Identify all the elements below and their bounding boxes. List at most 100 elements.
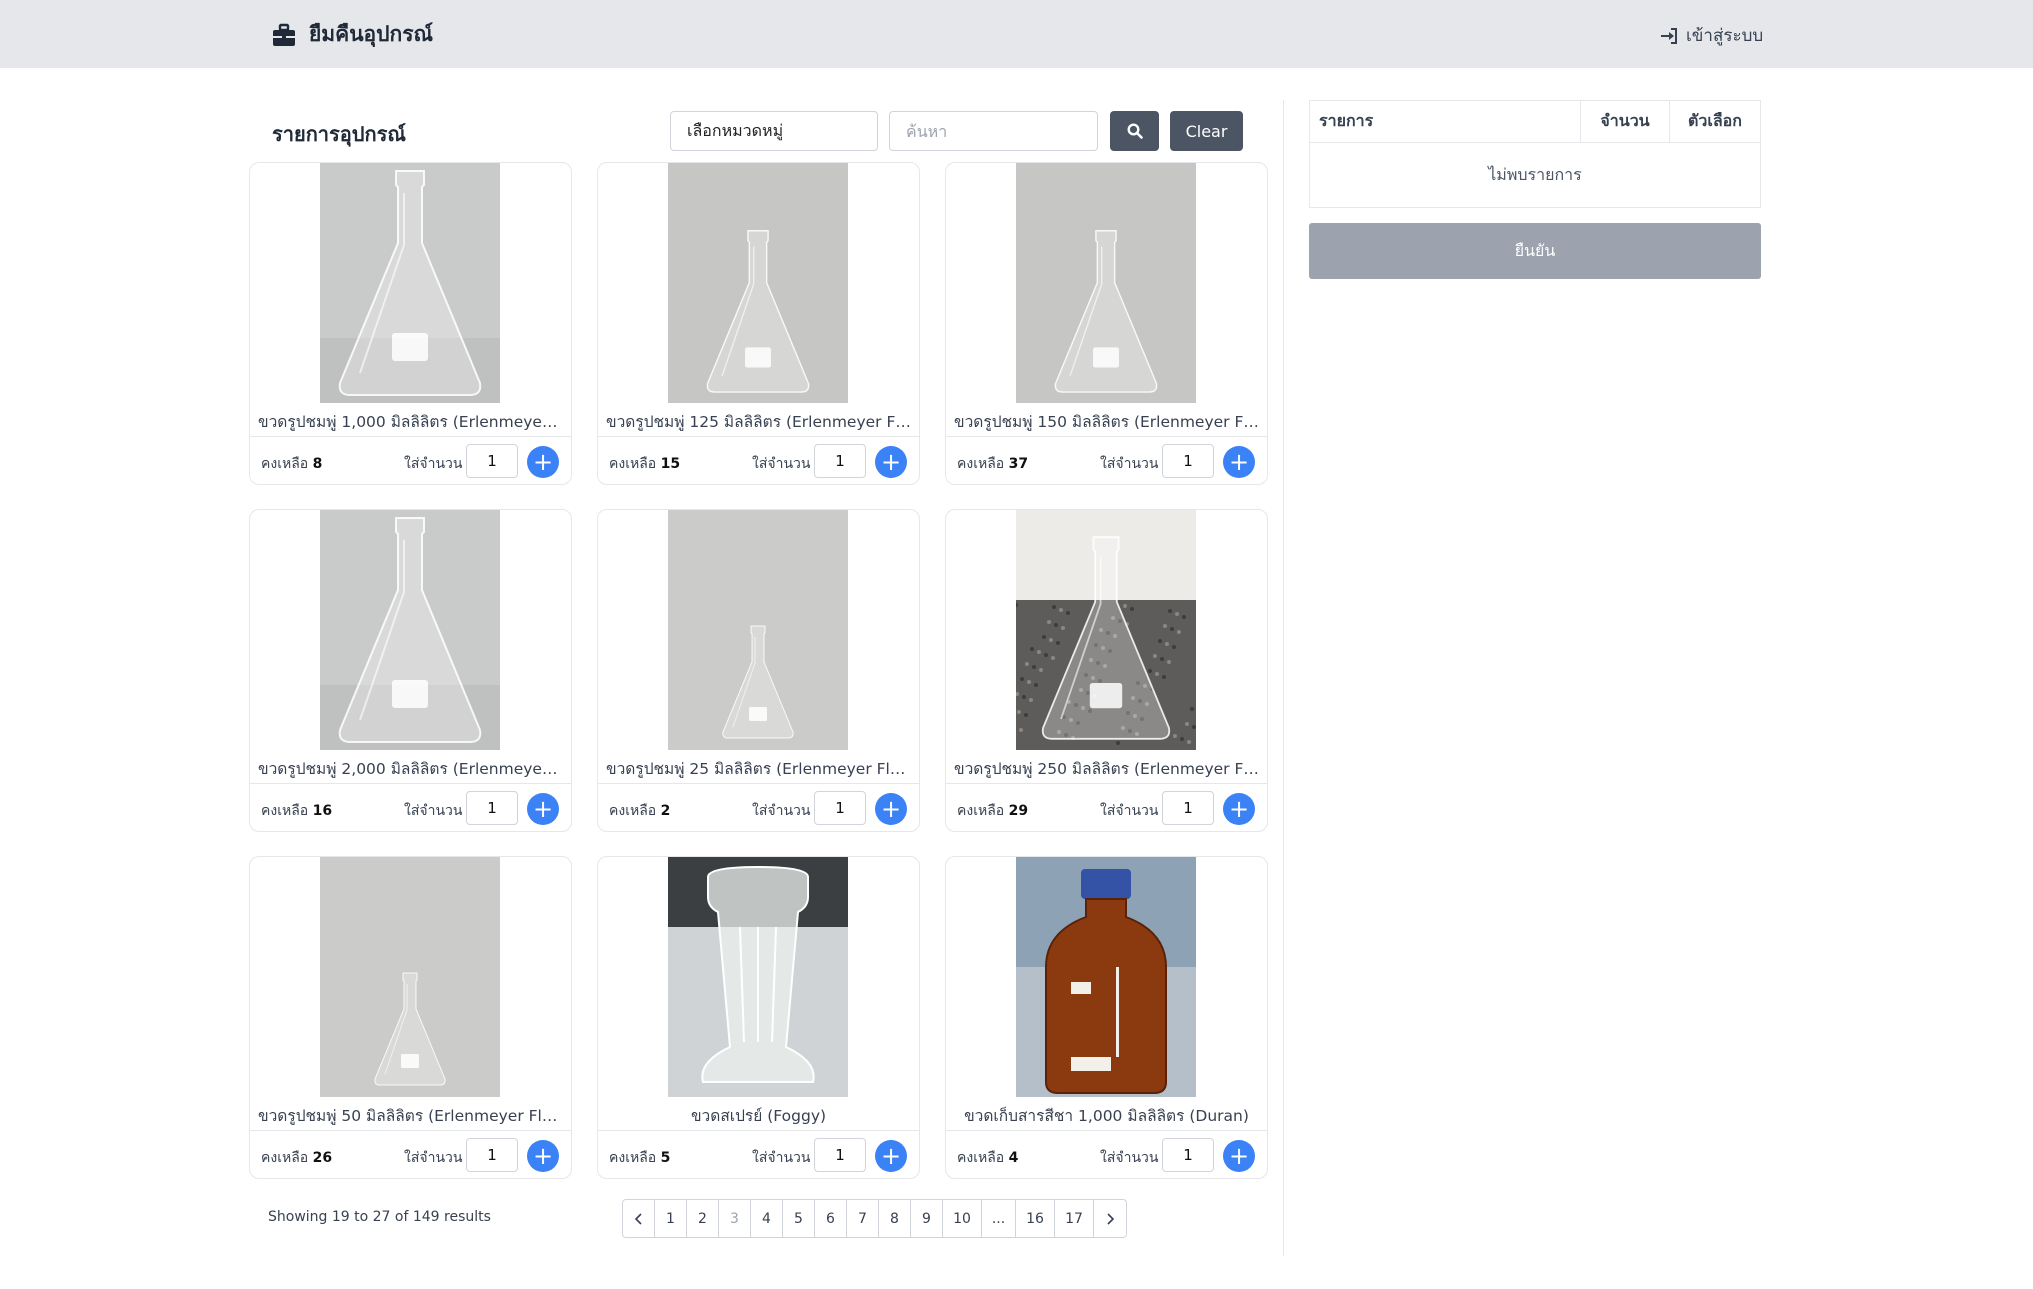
- quantity-input[interactable]: [814, 444, 866, 478]
- stock-count: 29: [1008, 803, 1029, 819]
- quantity-input[interactable]: [466, 1138, 518, 1172]
- product-image: [1016, 163, 1196, 403]
- quantity-input[interactable]: [1162, 1138, 1214, 1172]
- add-to-cart-button[interactable]: +: [527, 446, 559, 478]
- stock-label: คงเหลือ: [957, 1150, 1005, 1166]
- stock-label: คงเหลือ: [261, 1150, 309, 1166]
- product-card: ขวดรูปชมพู่ 125 มิลลิลิตร (Erlenmeyer Fl…: [597, 162, 920, 485]
- top-navbar: ยืมคืนอุปกรณ์ เข้าสู่ระบบ: [0, 0, 2033, 68]
- quantity-input[interactable]: [814, 791, 866, 825]
- panel-divider: [1283, 100, 1284, 1256]
- stock-label: คงเหลือ: [261, 803, 309, 819]
- login-link[interactable]: เข้าสู่ระบบ: [1660, 22, 1763, 49]
- card-divider: [250, 783, 571, 784]
- plus-icon: +: [1228, 448, 1250, 476]
- stock-info: คงเหลือ 5: [609, 1147, 670, 1169]
- pagination-page[interactable]: 6: [815, 1200, 847, 1237]
- pagination-page[interactable]: 5: [783, 1200, 815, 1237]
- add-to-cart-button[interactable]: +: [527, 793, 559, 825]
- stock-info: คงเหลือ 26: [261, 1147, 332, 1169]
- stock-info: คงเหลือ 15: [609, 453, 680, 475]
- quantity-input[interactable]: [466, 791, 518, 825]
- pagination-page[interactable]: 1: [655, 1200, 687, 1237]
- stock-count: 2: [660, 803, 671, 819]
- add-to-cart-button[interactable]: +: [1223, 1140, 1255, 1172]
- search-button[interactable]: [1110, 111, 1159, 151]
- stock-count: 4: [1008, 1150, 1019, 1166]
- quantity-input[interactable]: [1162, 444, 1214, 478]
- card-divider: [598, 1130, 919, 1131]
- product-card: ขวดรูปชมพู่ 50 มิลลิลิตร (Erlenmeyer Fla…: [249, 856, 572, 1179]
- qty-label: ใส่จำนวน: [752, 456, 811, 472]
- add-to-cart-button[interactable]: +: [875, 793, 907, 825]
- search-input[interactable]: [889, 111, 1098, 151]
- product-name: ขวดรูปชมพู่ 25 มิลลิลิตร (Erlenmeyer Fla…: [606, 760, 911, 778]
- pagination-page[interactable]: 3: [719, 1200, 751, 1237]
- col-item-header: รายการ: [1310, 101, 1581, 142]
- quantity-input[interactable]: [814, 1138, 866, 1172]
- product-name: ขวดรูปชมพู่ 150 มิลลิลิตร (Erlenmeyer Fl…: [954, 413, 1259, 431]
- qty-label: ใส่จำนวน: [404, 1150, 463, 1166]
- plus-icon: +: [532, 795, 554, 823]
- category-select[interactable]: เลือกหมวดหมู่: [670, 111, 878, 151]
- card-divider: [598, 783, 919, 784]
- product-card: ขวดรูปชมพู่ 1,000 มิลลิลิตร (Erlenmeyer …: [249, 162, 572, 485]
- add-to-cart-button[interactable]: +: [875, 1140, 907, 1172]
- pagination-page[interactable]: 8: [879, 1200, 911, 1237]
- add-to-cart-button[interactable]: +: [527, 1140, 559, 1172]
- card-divider: [946, 1130, 1267, 1131]
- qty-label: ใส่จำนวน: [752, 803, 811, 819]
- product-image: [1016, 857, 1196, 1097]
- pagination-next[interactable]: [1094, 1200, 1126, 1237]
- product-name: ขวดรูปชมพู่ 125 มิลลิลิตร (Erlenmeyer Fl…: [606, 413, 911, 431]
- pagination: 1 2 3 4 5 6 7 8 9 10... 16 17: [622, 1199, 1127, 1238]
- stock-info: คงเหลือ 16: [261, 800, 332, 822]
- brand[interactable]: ยืมคืนอุปกรณ์: [271, 18, 433, 51]
- product-card: ขวดรูปชมพู่ 250 มิลลิลิตร (Erlenmeyer Fl…: [945, 509, 1268, 832]
- pagination-page[interactable]: 2: [687, 1200, 719, 1237]
- section-title: รายการอุปกรณ์: [272, 122, 406, 146]
- qty-label: ใส่จำนวน: [752, 1150, 811, 1166]
- clear-button[interactable]: Clear: [1170, 111, 1243, 151]
- pagination-page[interactable]: 10: [943, 1200, 982, 1237]
- product-card: ขวดรูปชมพู่ 2,000 มิลลิลิตร (Erlenmeyer …: [249, 509, 572, 832]
- stock-info: คงเหลือ 4: [957, 1147, 1018, 1169]
- product-image: [320, 857, 500, 1097]
- plus-icon: +: [532, 448, 554, 476]
- results-summary: Showing 19 to 27 of 149 results: [268, 1209, 491, 1225]
- quantity-input[interactable]: [1162, 791, 1214, 825]
- pagination-page[interactable]: 17: [1055, 1200, 1094, 1237]
- sign-in-icon: [1661, 27, 1677, 44]
- stock-info: คงเหลือ 2: [609, 800, 670, 822]
- add-to-cart-button[interactable]: +: [1223, 793, 1255, 825]
- quantity-input[interactable]: [466, 444, 518, 478]
- product-card: ขวดเก็บสารสีชา 1,000 มิลลิลิตร (Duran) คง…: [945, 856, 1268, 1179]
- pagination-page[interactable]: 4: [751, 1200, 783, 1237]
- plus-icon: +: [880, 1142, 902, 1170]
- confirm-button[interactable]: ยืนยัน: [1309, 223, 1761, 279]
- pagination-prev[interactable]: [623, 1200, 655, 1237]
- pagination-page[interactable]: 16: [1016, 1200, 1055, 1237]
- product-name: ขวดรูปชมพู่ 250 มิลลิลิตร (Erlenmeyer Fl…: [954, 760, 1259, 778]
- card-divider: [250, 1130, 571, 1131]
- stock-label: คงเหลือ: [609, 803, 657, 819]
- product-grid: ขวดรูปชมพู่ 1,000 มิลลิลิตร (Erlenmeyer …: [249, 162, 1268, 1179]
- pagination-ellipsis[interactable]: ...: [982, 1200, 1016, 1237]
- stock-info: คงเหลือ 29: [957, 800, 1028, 822]
- product-image: [320, 510, 500, 750]
- col-qty-header: จำนวน: [1581, 101, 1670, 142]
- add-to-cart-button[interactable]: +: [875, 446, 907, 478]
- stock-label: คงเหลือ: [609, 1150, 657, 1166]
- product-image: [668, 163, 848, 403]
- pagination-page[interactable]: 9: [911, 1200, 943, 1237]
- product-image: [668, 510, 848, 750]
- card-divider: [250, 436, 571, 437]
- search-icon: [1126, 123, 1143, 139]
- pagination-page[interactable]: 7: [847, 1200, 879, 1237]
- product-image: [668, 857, 848, 1097]
- stock-info: คงเหลือ 8: [261, 453, 322, 475]
- plus-icon: +: [880, 795, 902, 823]
- cart-empty-message: ไม่พบรายการ: [1488, 164, 1582, 184]
- add-to-cart-button[interactable]: +: [1223, 446, 1255, 478]
- qty-label: ใส่จำนวน: [404, 456, 463, 472]
